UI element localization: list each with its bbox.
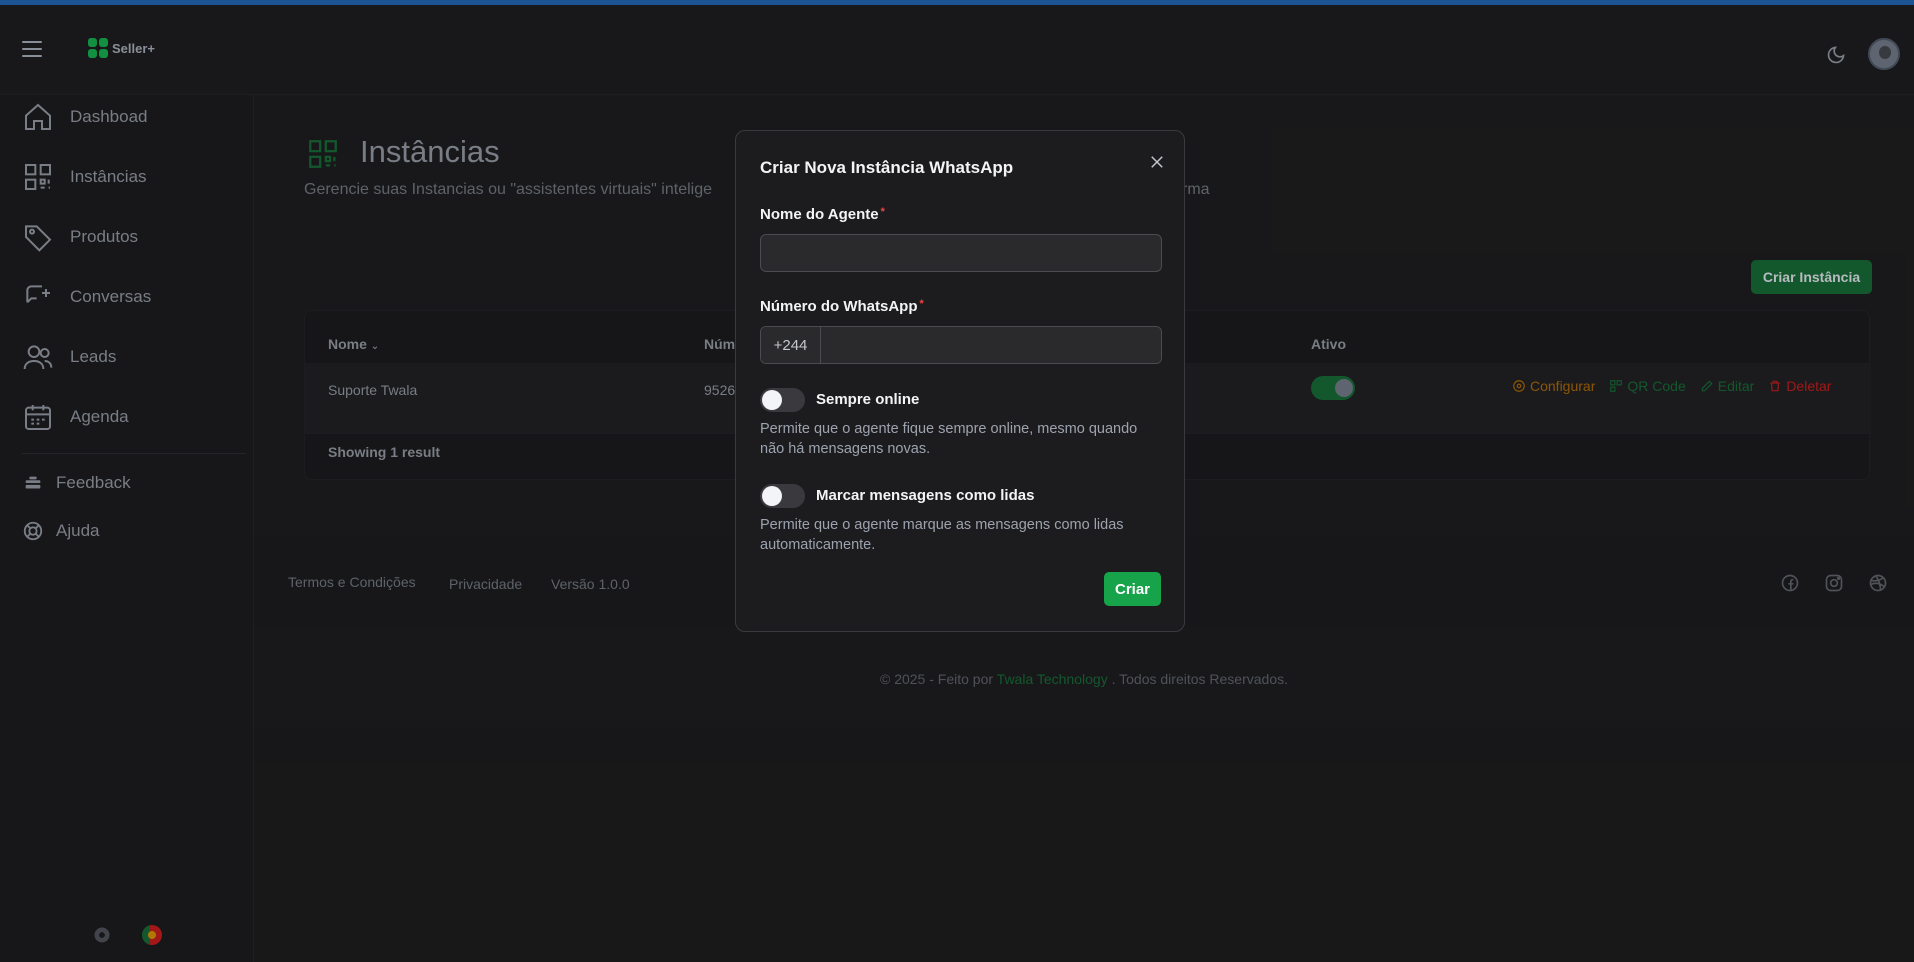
mark-as-read-label: Marcar mensagens como lidas — [816, 487, 1035, 504]
create-instance-modal: Criar Nova Instância WhatsApp Nome do Ag… — [735, 130, 1185, 632]
always-online-toggle[interactable] — [760, 388, 805, 412]
whatsapp-number-input[interactable] — [821, 327, 1161, 363]
close-icon[interactable] — [1148, 153, 1166, 171]
agent-name-input[interactable] — [760, 234, 1162, 272]
modal-title: Criar Nova Instância WhatsApp — [760, 158, 1014, 177]
always-online-help: Permite que o agente fique sempre online… — [760, 421, 1138, 457]
always-online-label: Sempre online — [816, 391, 920, 408]
criar-button[interactable]: Criar — [1104, 572, 1161, 606]
mark-as-read-toggle[interactable] — [760, 484, 805, 508]
agent-name-label: Nome do Agente * — [760, 206, 885, 223]
whatsapp-number-field: +244 — [760, 326, 1162, 364]
whatsapp-number-label: Número do WhatsApp * — [760, 298, 924, 315]
mark-as-read-help: Permite que o agente marque as mensagens… — [760, 517, 1124, 553]
country-code-prefix[interactable]: +244 — [761, 327, 821, 363]
